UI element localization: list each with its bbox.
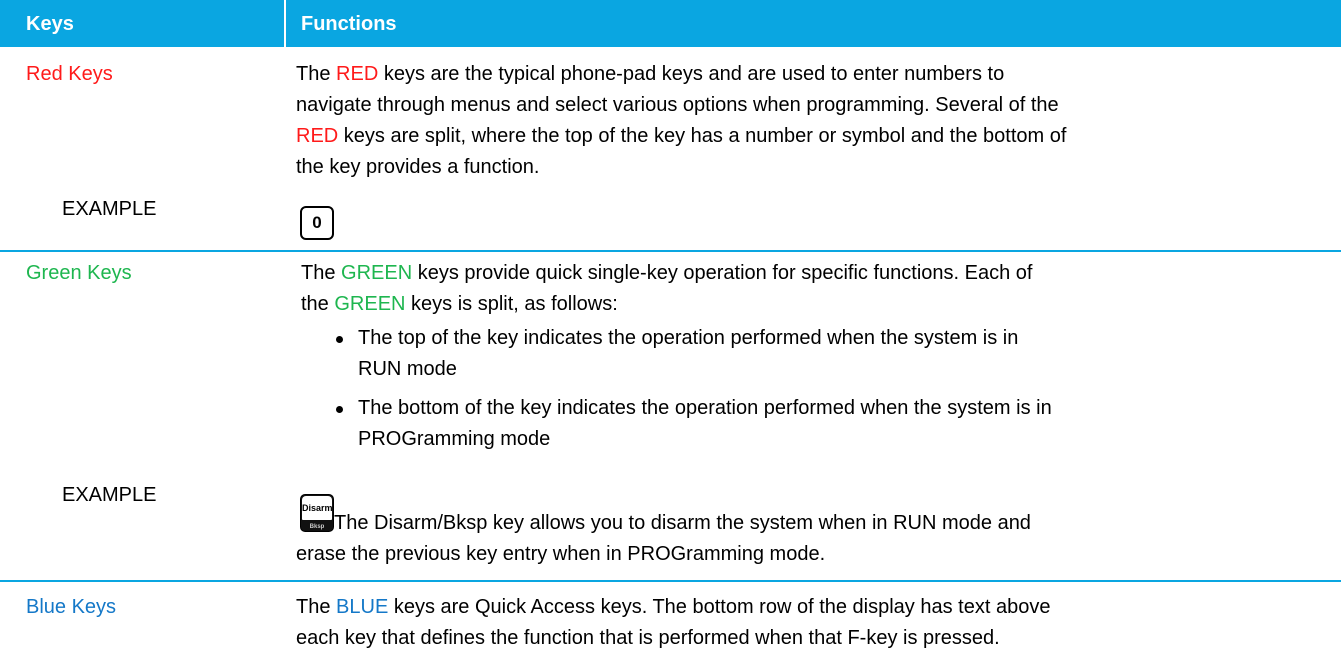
disarm-key-top: Disarm (302, 496, 333, 520)
green-desc-line-2: the GREEN keys is split, as follows: (301, 293, 618, 315)
green-keys-label: Green Keys (26, 262, 132, 284)
green-example-text-1: The Disarm/Bksp key allows you to disarm… (334, 512, 1031, 534)
table-header: Keys Functions (0, 0, 1341, 47)
blue-desc-line-2: each key that defines the function that … (296, 627, 1000, 649)
red-desc-line-4: the key provides a function. (296, 156, 540, 178)
red-keys-label: Red Keys (26, 63, 113, 85)
green-keys-description: The GREEN keys provide quick single-key … (301, 258, 1321, 320)
header-keys: Keys (26, 13, 74, 35)
header-divider (284, 0, 286, 47)
blue-keys-label: Blue Keys (26, 596, 117, 618)
bullet-icon (336, 406, 343, 413)
red-desc-line-2: navigate through menus and select variou… (296, 94, 1059, 116)
row-divider (0, 580, 1341, 582)
disarm-key-bottom: Bksp (309, 524, 325, 530)
row-divider (0, 250, 1341, 252)
red-desc-line-3: RED keys are split, where the top of the… (296, 125, 1067, 147)
red-desc-line-1: The RED keys are the typical phone-pad k… (296, 63, 1005, 85)
red-keys-description: The RED keys are the typical phone-pad k… (296, 59, 1316, 183)
green-example-text-2: erase the previous key entry when in PRO… (296, 543, 826, 565)
blue-keys-description: The BLUE keys are Quick Access keys. The… (296, 592, 1316, 654)
green-example-label: EXAMPLE (62, 484, 157, 506)
header-functions: Functions (301, 13, 397, 35)
green-desc-line-1: The GREEN keys provide quick single-key … (301, 262, 1033, 284)
disarm-bksp-key-icon: Disarm Bksp (300, 494, 334, 532)
blue-desc-line-1: The BLUE keys are Quick Access keys. The… (296, 596, 1051, 618)
bullet-icon (336, 336, 343, 343)
zero-key-icon: 0 (300, 206, 334, 240)
red-example-label: EXAMPLE (62, 198, 157, 220)
